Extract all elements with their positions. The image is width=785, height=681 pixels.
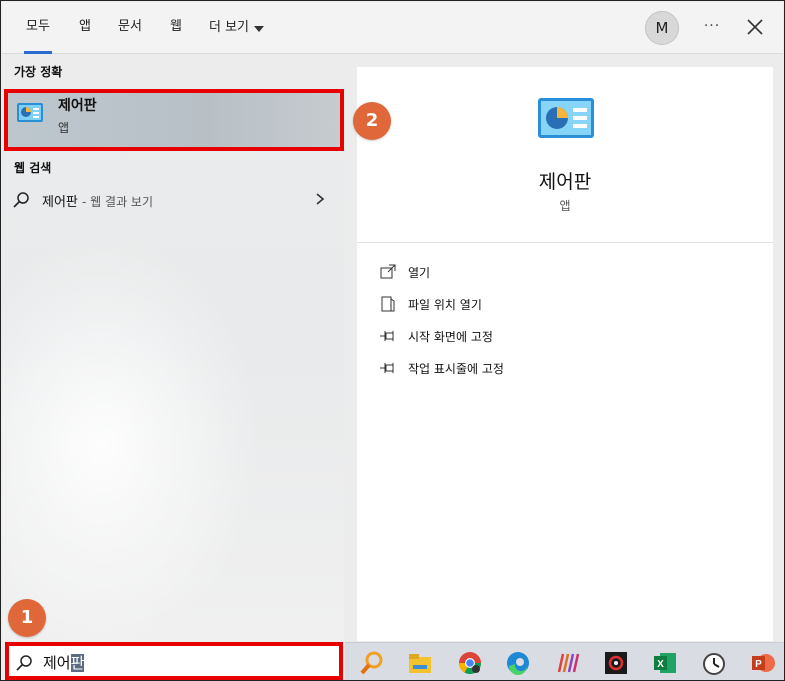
tab-documents[interactable]: 문서: [118, 2, 142, 54]
account-avatar[interactable]: M: [645, 11, 679, 45]
web-search-heading: 웹 검색: [14, 161, 52, 175]
taskbar: X P: [345, 642, 784, 680]
action-pin-to-start[interactable]: 시작 화면에 고정: [379, 325, 493, 347]
open-icon: [380, 264, 396, 279]
step-badge-2: 2: [353, 102, 391, 140]
action-pin-to-start-label: 시작 화면에 고정: [408, 329, 493, 344]
search-box[interactable]: 제어판: [5, 642, 343, 680]
search-icon: [13, 192, 29, 208]
preview-title: 제어판: [538, 171, 592, 193]
media-app-icon[interactable]: [603, 650, 629, 676]
best-match-item[interactable]: 제어판 앱: [4, 89, 344, 151]
step-badge-1: 1: [8, 599, 46, 637]
edge-icon[interactable]: [505, 650, 531, 676]
file-explorer-icon[interactable]: [407, 650, 433, 676]
control-panel-large-icon: [538, 98, 594, 138]
action-open[interactable]: 열기: [379, 261, 430, 283]
action-open-file-location-label: 파일 위치 열기: [408, 297, 482, 312]
search-typed-text: 제어: [43, 654, 71, 672]
svg-text:X: X: [657, 659, 664, 670]
pin-icon: [380, 363, 394, 373]
action-pin-to-taskbar[interactable]: 작업 표시줄에 고정: [379, 357, 504, 379]
app-stripes-icon[interactable]: [555, 650, 581, 676]
search-app-icon[interactable]: [359, 650, 385, 676]
best-match-subtitle: 앱: [58, 121, 70, 135]
excel-icon[interactable]: X: [652, 650, 678, 676]
preview-subtitle: 앱: [559, 199, 571, 213]
clock-app-icon[interactable]: [701, 650, 727, 676]
search-window: 모두 앱 문서 웹 더 보기 M ··· 가장 정확 제어판 앱 웹 검색 제어…: [0, 0, 785, 681]
tab-web[interactable]: 웹: [170, 2, 182, 54]
tab-more-label: 더 보기: [209, 20, 250, 35]
tab-more[interactable]: 더 보기: [209, 2, 265, 54]
close-icon[interactable]: [744, 16, 766, 38]
web-result-query: 제어판: [42, 195, 78, 210]
tab-all[interactable]: 모두: [24, 2, 52, 54]
best-match-heading: 가장 정확: [14, 65, 63, 79]
action-open-label: 열기: [408, 265, 431, 280]
powerpoint-icon[interactable]: P: [750, 650, 776, 676]
web-result-item[interactable]: 제어판 - 웹 결과 보기: [2, 183, 344, 217]
file-location-icon: [381, 296, 395, 312]
web-result-suffix: - 웹 결과 보기: [82, 195, 154, 209]
action-pin-to-taskbar-label: 작업 표시줄에 고정: [408, 361, 504, 376]
caret-down-icon: [254, 26, 265, 32]
more-options-icon[interactable]: ···: [702, 15, 722, 39]
tab-apps[interactable]: 앱: [79, 2, 91, 54]
web-result-text: 제어판 - 웹 결과 보기: [42, 191, 153, 210]
best-match-title: 제어판: [58, 98, 97, 114]
chrome-icon[interactable]: [457, 650, 483, 676]
preview-pane: 제어판 앱 열기 파일 위치 열기 시작 화면에 고정 작업 표시줄에 고정: [357, 67, 773, 641]
search-input[interactable]: 제어판: [43, 652, 85, 673]
pin-icon: [380, 331, 394, 341]
action-open-file-location[interactable]: 파일 위치 열기: [379, 293, 482, 315]
control-panel-icon: [17, 103, 43, 122]
preview-divider: [357, 242, 773, 243]
chevron-right-icon[interactable]: [314, 192, 326, 206]
top-tab-bar: 모두 앱 문서 웹 더 보기 M ···: [2, 2, 783, 54]
results-pane: 가장 정확 제어판 앱 웹 검색 제어판 - 웹 결과 보기: [2, 55, 344, 641]
svg-text:P: P: [755, 659, 762, 670]
search-selected-text: 판: [70, 654, 85, 672]
search-icon: [16, 655, 32, 671]
